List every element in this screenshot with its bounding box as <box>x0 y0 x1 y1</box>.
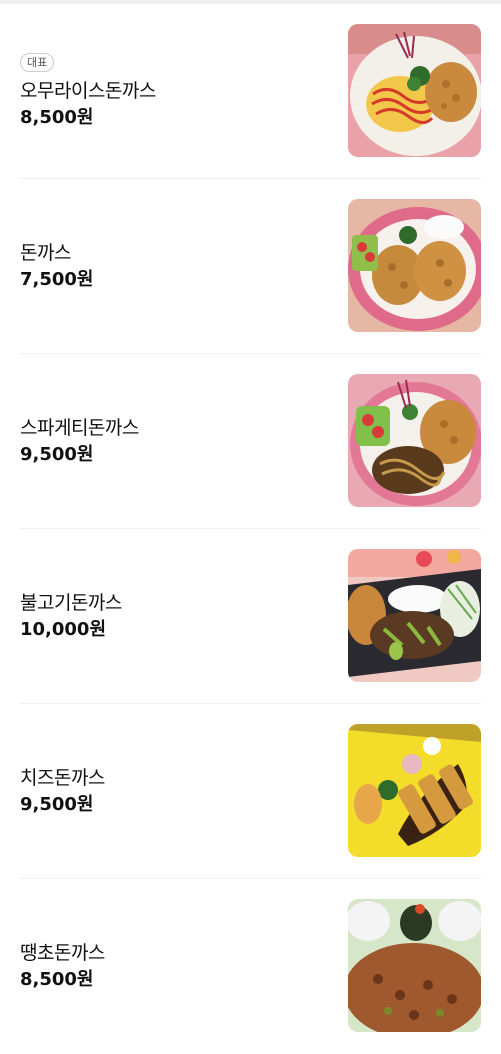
menu-item-info: 불고기돈까스 10,000원 <box>20 529 320 703</box>
menu-item-photo[interactable] <box>348 24 481 157</box>
menu-item-photo[interactable] <box>348 199 481 332</box>
menu-item[interactable]: 치즈돈까스 9,500원 <box>20 704 481 879</box>
menu-item-photo[interactable] <box>348 899 481 1032</box>
menu-item-name: 불고기돈까스 <box>20 592 122 614</box>
menu-item-price: 7,500원 <box>20 269 94 290</box>
menu-item-name: 돈까스 <box>20 242 71 264</box>
menu-item-photo[interactable] <box>348 374 481 507</box>
menu-item-price: 10,000원 <box>20 619 107 640</box>
signature-badge: 대표 <box>20 52 55 72</box>
menu-item-info: 돈까스 7,500원 <box>20 179 320 353</box>
menu-item[interactable]: 돈까스 7,500원 <box>20 179 481 354</box>
menu-item-price: 9,500원 <box>20 444 94 465</box>
menu-item[interactable]: 땡초돈까스 8,500원 <box>20 879 481 1054</box>
menu-item-name: 땡초돈까스 <box>20 942 105 964</box>
menu-item-photo[interactable] <box>348 549 481 682</box>
menu-item[interactable]: 불고기돈까스 10,000원 <box>20 529 481 704</box>
menu-item-info: 스파게티돈까스 9,500원 <box>20 354 320 528</box>
menu-item-price: 9,500원 <box>20 794 94 815</box>
menu-item-name: 스파게티돈까스 <box>20 417 139 439</box>
menu-list: 대표 오무라이스돈까스 8,500원 돈까스 7,500원 스파게티돈까스 9,… <box>0 4 501 1054</box>
menu-item-name: 오무라이스돈까스 <box>20 79 156 102</box>
menu-item[interactable]: 스파게티돈까스 9,500원 <box>20 354 481 529</box>
menu-item-price: 8,500원 <box>20 969 94 990</box>
menu-item-price: 8,500원 <box>20 106 94 128</box>
menu-item[interactable]: 대표 오무라이스돈까스 8,500원 <box>20 4 481 179</box>
menu-item-info: 대표 오무라이스돈까스 8,500원 <box>20 4 320 178</box>
menu-item-photo[interactable] <box>348 724 481 857</box>
menu-item-info: 땡초돈까스 8,500원 <box>20 879 320 1053</box>
menu-item-info: 치즈돈까스 9,500원 <box>20 704 320 878</box>
menu-item-name: 치즈돈까스 <box>20 767 105 789</box>
